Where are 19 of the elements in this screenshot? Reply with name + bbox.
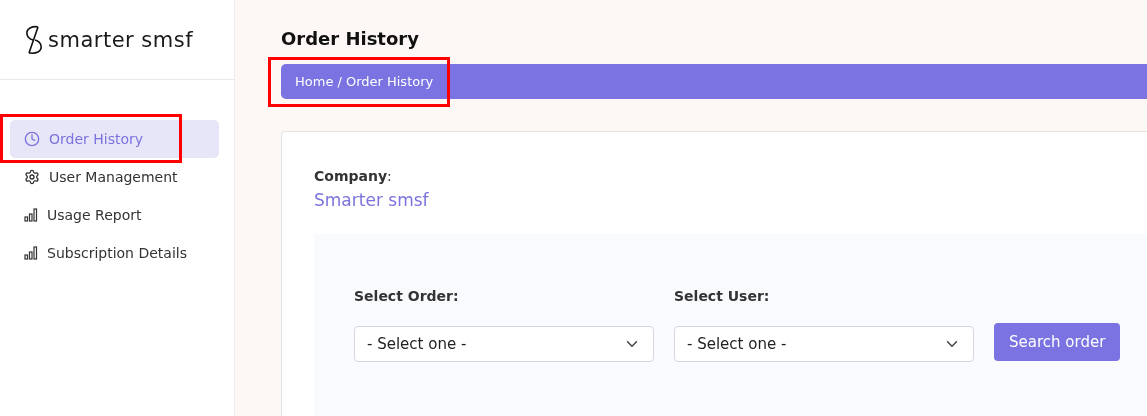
page-title: Order History (281, 28, 420, 49)
bar-chart-icon (24, 208, 38, 222)
select-dropdown[interactable]: - Select one - (354, 326, 654, 362)
breadcrumb-link[interactable]: Home (295, 74, 334, 89)
search-button[interactable]: Search order (994, 323, 1121, 361)
logo-icon (24, 24, 44, 55)
bar-chart-icon (24, 246, 38, 260)
filter-label: Select Order: (354, 288, 460, 304)
sidebar-item[interactable]: Usage Report (10, 196, 219, 234)
select-dropdown[interactable]: - Select one - (674, 326, 974, 362)
logo-text: smarter smsf (48, 27, 194, 52)
sidebar-item[interactable]: Subscription Details (10, 234, 219, 272)
company-label: Company: (314, 168, 393, 184)
sidebar-item[interactable]: User Management (10, 158, 219, 196)
clock-icon (24, 131, 40, 147)
company-name: Smarter smsf (314, 190, 430, 210)
filter-label: Select User: (674, 288, 771, 304)
breadcrumb-link[interactable]: / Order History (337, 74, 434, 89)
gear-icon (24, 169, 40, 185)
